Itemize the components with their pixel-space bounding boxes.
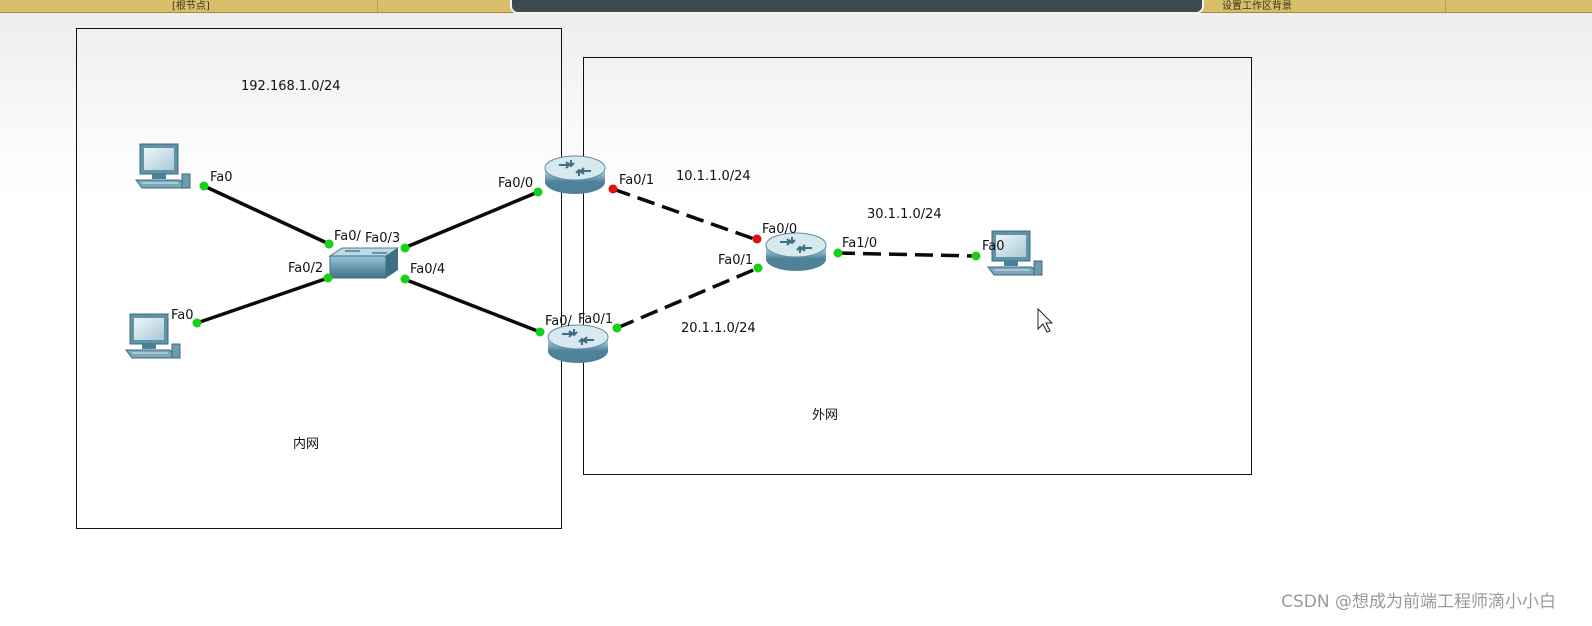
port-label: Fa0/2 <box>288 261 323 276</box>
port-label: Fa0 <box>210 170 233 185</box>
inner-subnet-label: 192.168.1.0/24 <box>241 79 341 94</box>
link-status-up <box>612 323 622 333</box>
watermark: CSDN @想成为前端工程师滴小小白 <box>1281 592 1556 612</box>
port-label: Fa0/1 <box>578 312 613 327</box>
port-label: Fa0 <box>982 239 1005 254</box>
link-pc1-switch[interactable] <box>203 184 330 246</box>
link-router2-router3[interactable] <box>616 266 759 330</box>
port-label: Fa1/0 <box>842 236 877 251</box>
inner-zone-label: 内网 <box>293 436 319 452</box>
network-20-label: 20.1.1.0/24 <box>681 321 756 336</box>
link-status-up <box>323 273 333 283</box>
outer-network-zone[interactable] <box>583 57 1252 475</box>
link-status-up <box>971 251 981 261</box>
router3-device[interactable] <box>765 232 827 272</box>
link-status-up <box>753 263 763 273</box>
router1-device[interactable] <box>544 155 606 195</box>
port-label: Fa0/3 <box>365 231 400 246</box>
link-pc2-switch[interactable] <box>196 276 329 325</box>
link-router1-router3[interactable] <box>612 187 758 242</box>
link-status-down <box>608 184 618 194</box>
port-label: Fa0/ <box>545 314 573 329</box>
link-status-up <box>535 327 545 337</box>
port-label: Fa0/0 <box>498 176 533 191</box>
link-switch-router1[interactable] <box>403 190 539 250</box>
network-30-label: 30.1.1.0/24 <box>867 207 942 222</box>
pc1-device[interactable] <box>135 143 191 189</box>
outer-zone-label: 外网 <box>812 408 838 423</box>
port-label: Fa0/1 <box>619 173 654 188</box>
port-label: Fa0/1 <box>718 253 753 268</box>
port-label: Fa0 <box>171 308 194 323</box>
network-diagram: 192.168.1.0/24 内网 外网 10.1.1.0/24 20.1.1.… <box>76 28 1252 529</box>
port-label: Fa0/4 <box>410 262 445 277</box>
inner-network-zone[interactable] <box>76 28 562 529</box>
link-status-up <box>324 239 334 249</box>
link-status-up <box>199 181 209 191</box>
link-status-up <box>400 274 410 284</box>
link-status-up <box>192 318 202 328</box>
link-switch-router2[interactable] <box>403 277 541 334</box>
router2-device[interactable] <box>547 324 609 364</box>
mouse-cursor-icon <box>1037 307 1054 333</box>
link-status-up <box>533 187 543 197</box>
switch-device[interactable] <box>328 247 400 279</box>
link-router3-pc3[interactable] <box>836 251 976 258</box>
network-10-label: 10.1.1.0/24 <box>676 169 751 184</box>
port-label: Fa0/ <box>334 229 362 244</box>
link-status-down <box>752 234 762 244</box>
port-label: Fa0/0 <box>762 222 797 237</box>
link-status-up <box>400 243 410 253</box>
